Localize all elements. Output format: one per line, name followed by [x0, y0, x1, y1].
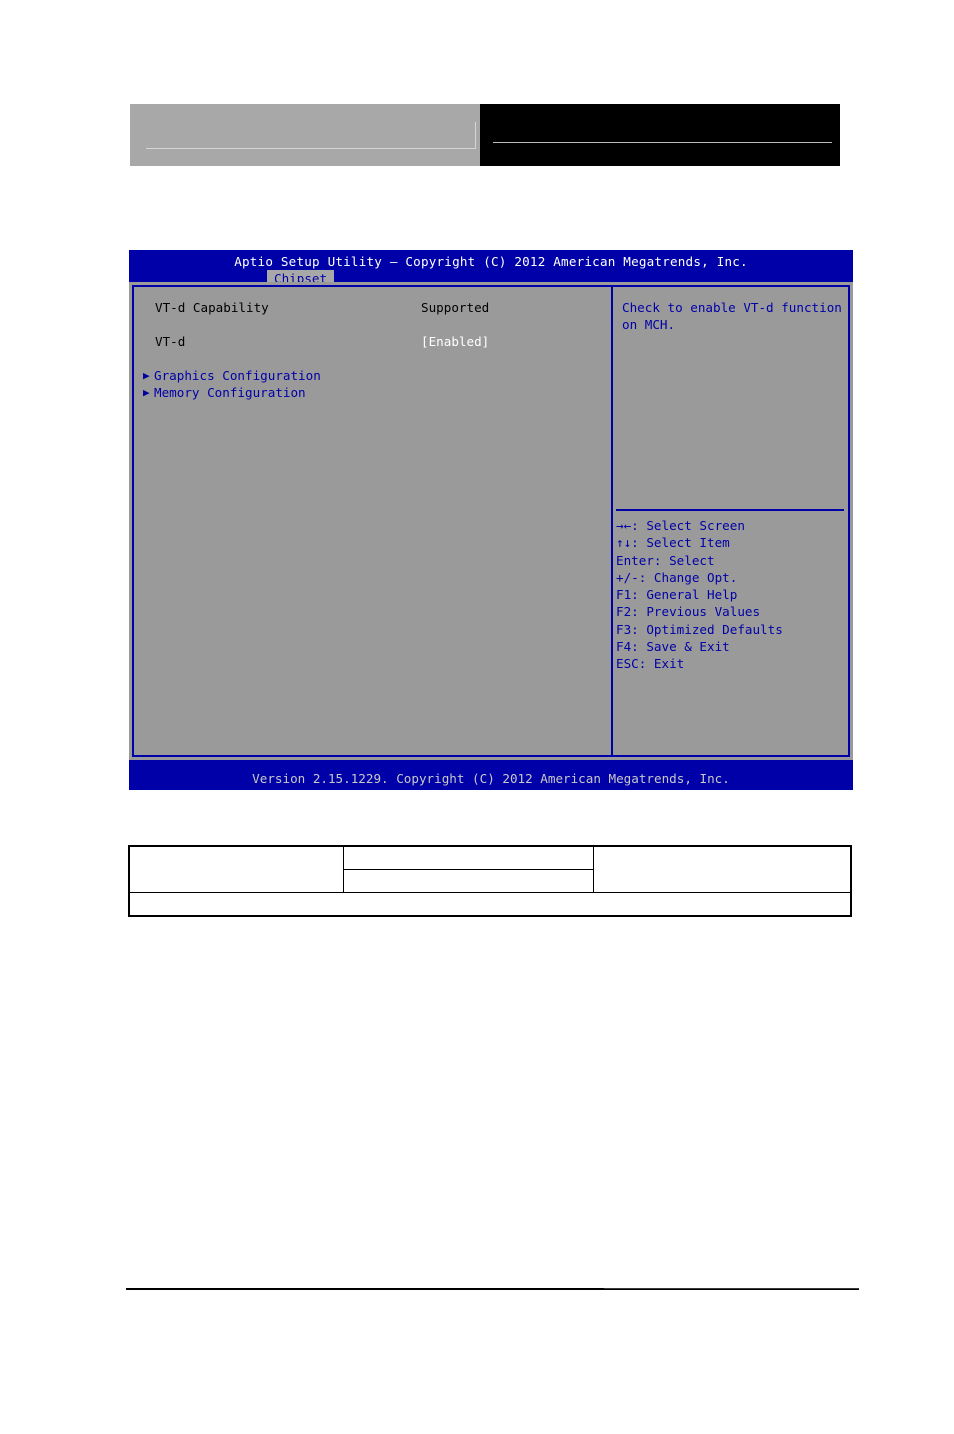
- legend-esc-exit: ESC: Exit: [616, 656, 685, 672]
- legend-general-help: F1: General Help: [616, 587, 738, 603]
- setting-label-vtd-capability: VT-d Capability: [155, 300, 269, 315]
- table-cell-left: [129, 846, 344, 893]
- page-bottom-rule-accent: [604, 1288, 859, 1289]
- help-divider: [616, 509, 844, 511]
- table-cell-mid-top: [343, 846, 594, 870]
- setting-row-vtd[interactable]: VT-d [Enabled]: [134, 333, 611, 350]
- help-pane: Check to enable VT-d function on MCH. →←…: [613, 287, 848, 755]
- setting-row-vtd-capability: VT-d Capability Supported: [134, 299, 611, 316]
- submenu-label-graphics-configuration: Graphics Configuration: [154, 368, 321, 383]
- submenu-item-graphics-configuration[interactable]: ▶ Graphics Configuration: [134, 367, 611, 384]
- setting-value-vtd-capability: Supported: [421, 300, 490, 315]
- submenu-item-memory-configuration[interactable]: ▶ Memory Configuration: [134, 384, 611, 401]
- bios-version-text: Version 2.15.1229. Copyright (C) 2012 Am…: [252, 771, 730, 786]
- key-legend-list: →←: Select Screen ↑↓: Select Item Enter:…: [616, 517, 844, 673]
- table-row: [129, 892, 851, 916]
- bios-content-frame: VT-d Capability Supported VT-d [Enabled]…: [132, 285, 850, 757]
- legend-select-item: ↑↓: Select Item: [616, 535, 730, 551]
- bios-body: VT-d Capability Supported VT-d [Enabled]…: [129, 282, 853, 760]
- bios-footer-bar: Version 2.15.1229. Copyright (C) 2012 Am…: [129, 768, 853, 790]
- setting-label-vtd: VT-d: [155, 334, 186, 349]
- bios-titlebar: Aptio Setup Utility – Copyright (C) 2012…: [129, 250, 853, 287]
- header-left-block: [130, 104, 480, 166]
- legend-previous-values: F2: Previous Values: [616, 604, 761, 620]
- legend-optimized-defaults: F3: Optimized Defaults: [616, 621, 783, 637]
- help-text-line-2: on MCH.: [622, 317, 676, 332]
- submenu-label-memory-configuration: Memory Configuration: [154, 385, 306, 400]
- triangle-right-icon: ▶: [143, 369, 150, 382]
- bios-title: Aptio Setup Utility – Copyright (C) 2012…: [234, 254, 748, 269]
- table-cell-full-width: [129, 892, 851, 916]
- legend-save-and-exit: F4: Save & Exit: [616, 639, 730, 655]
- legend-change-opt: +/-: Change Opt.: [616, 569, 738, 585]
- header-left-vertical-rule: [475, 122, 476, 149]
- table-cell-right: [593, 846, 851, 893]
- bios-setup-window: Aptio Setup Utility – Copyright (C) 2012…: [129, 250, 853, 790]
- legend-select-screen: →←: Select Screen: [616, 518, 745, 533]
- page-header-banner: [130, 104, 840, 166]
- table-row: [129, 846, 851, 893]
- help-text-line-1: Check to enable VT-d function: [622, 300, 842, 315]
- submenu-list: ▶ Graphics Configuration ▶ Memory Config…: [134, 367, 611, 401]
- triangle-right-icon: ▶: [143, 386, 150, 399]
- header-right-rule: [493, 142, 832, 143]
- bottom-table: [128, 845, 852, 917]
- settings-pane: VT-d Capability Supported VT-d [Enabled]…: [134, 287, 613, 755]
- table-cell-mid-bottom: [343, 869, 594, 893]
- legend-enter-select: Enter: Select: [616, 552, 715, 568]
- header-right-block: [480, 104, 840, 166]
- setting-value-vtd[interactable]: [Enabled]: [421, 333, 489, 350]
- header-left-rule: [146, 148, 476, 149]
